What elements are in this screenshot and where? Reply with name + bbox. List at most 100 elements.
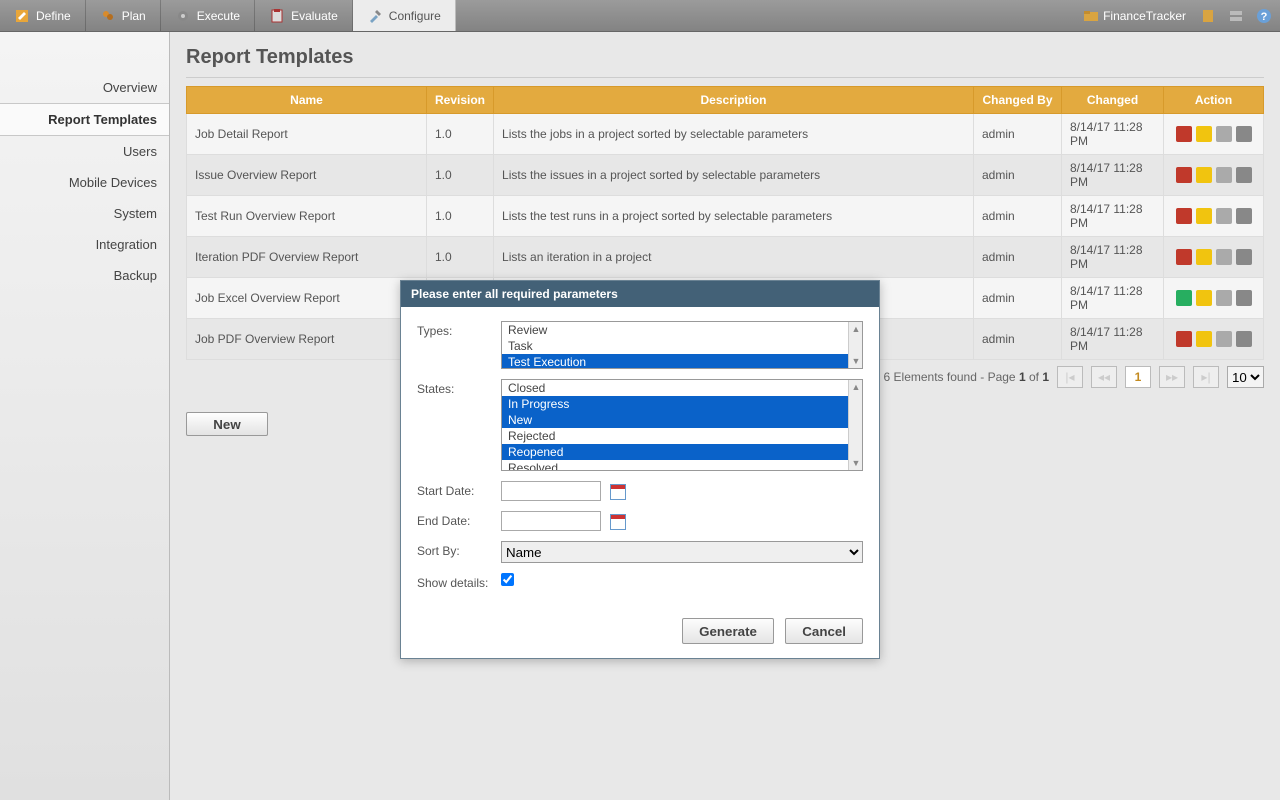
table-row[interactable]: Issue Overview Report1.0Lists the issues… bbox=[187, 155, 1264, 196]
top-nav: Define Plan Execute Evaluate Configure F… bbox=[0, 0, 1280, 32]
sidebar: Overview Report Templates Users Mobile D… bbox=[0, 32, 170, 800]
pager-first[interactable]: |◂ bbox=[1057, 366, 1083, 388]
sidebar-item-overview[interactable]: Overview bbox=[0, 72, 169, 103]
tab-configure[interactable]: Configure bbox=[353, 0, 456, 31]
clipboard-icon bbox=[269, 8, 285, 24]
app-switcher[interactable]: FinanceTracker bbox=[1083, 8, 1186, 24]
edit-icon[interactable] bbox=[1196, 290, 1212, 306]
list-option[interactable]: Resolved bbox=[502, 460, 862, 471]
col-changed[interactable]: Changed bbox=[1062, 87, 1164, 114]
calendar-icon[interactable] bbox=[610, 514, 626, 530]
list-option[interactable]: Task bbox=[502, 338, 862, 354]
edit-icon[interactable] bbox=[1196, 126, 1212, 142]
show-details-label: Show details: bbox=[417, 573, 501, 590]
cell-changed-by: admin bbox=[974, 114, 1062, 155]
copy-icon[interactable] bbox=[1216, 249, 1232, 265]
list-option[interactable]: Review bbox=[502, 322, 862, 338]
types-scrollbar[interactable]: ▲▼ bbox=[848, 322, 862, 368]
sidebar-item-backup[interactable]: Backup bbox=[0, 260, 169, 291]
new-button[interactable]: New bbox=[186, 412, 268, 436]
sort-by-select[interactable]: Name bbox=[501, 541, 863, 563]
states-label: States: bbox=[417, 379, 501, 396]
sidebar-item-system[interactable]: System bbox=[0, 198, 169, 229]
server-icon[interactable] bbox=[1226, 6, 1246, 26]
edit-icon[interactable] bbox=[1196, 167, 1212, 183]
cell-changed-by: admin bbox=[974, 155, 1062, 196]
pager-next[interactable]: ▸▸ bbox=[1159, 366, 1185, 388]
delete-icon[interactable] bbox=[1236, 208, 1252, 224]
tab-execute[interactable]: Execute bbox=[161, 0, 255, 31]
clipboard-top-icon[interactable] bbox=[1198, 6, 1218, 26]
edit-icon[interactable] bbox=[1196, 331, 1212, 347]
table-row[interactable]: Job Detail Report1.0Lists the jobs in a … bbox=[187, 114, 1264, 155]
tab-define[interactable]: Define bbox=[0, 0, 86, 31]
download-icon[interactable] bbox=[1176, 331, 1192, 347]
states-listbox[interactable]: ClosedIn ProgressNewRejectedReopenedReso… bbox=[501, 379, 863, 471]
copy-icon[interactable] bbox=[1216, 208, 1232, 224]
col-changed-by[interactable]: Changed By bbox=[974, 87, 1062, 114]
cell-changed: 8/14/17 11:28 PM bbox=[1062, 196, 1164, 237]
sidebar-item-mobile-devices[interactable]: Mobile Devices bbox=[0, 167, 169, 198]
table-row[interactable]: Iteration PDF Overview Report1.0Lists an… bbox=[187, 237, 1264, 278]
delete-icon[interactable] bbox=[1236, 331, 1252, 347]
states-scrollbar[interactable]: ▲▼ bbox=[848, 380, 862, 470]
table-row[interactable]: Test Run Overview Report1.0Lists the tes… bbox=[187, 196, 1264, 237]
pager-last[interactable]: ▸| bbox=[1193, 366, 1219, 388]
list-option[interactable]: Closed bbox=[502, 380, 862, 396]
pager-size-select[interactable]: 10 bbox=[1227, 366, 1264, 388]
list-option[interactable]: Reopened bbox=[502, 444, 862, 460]
edit-icon[interactable] bbox=[1196, 208, 1212, 224]
start-date-input[interactable] bbox=[501, 481, 601, 501]
tab-plan[interactable]: Plan bbox=[86, 0, 161, 31]
cell-changed-by: admin bbox=[974, 278, 1062, 319]
copy-icon[interactable] bbox=[1216, 331, 1232, 347]
folder-icon bbox=[1083, 8, 1099, 24]
cancel-button[interactable]: Cancel bbox=[785, 618, 863, 644]
list-option[interactable]: New bbox=[502, 412, 862, 428]
show-details-checkbox[interactable] bbox=[501, 573, 514, 586]
pager-prev[interactable]: ◂◂ bbox=[1091, 366, 1117, 388]
parameters-dialog: Please enter all required parameters Typ… bbox=[400, 280, 880, 659]
cell-actions bbox=[1164, 319, 1264, 360]
gear-icon bbox=[175, 8, 191, 24]
tab-label: Configure bbox=[389, 9, 441, 23]
pager-page-1[interactable]: 1 bbox=[1125, 366, 1151, 388]
download-icon[interactable] bbox=[1176, 167, 1192, 183]
list-option[interactable]: Rejected bbox=[502, 428, 862, 444]
col-revision[interactable]: Revision bbox=[427, 87, 494, 114]
edit-icon[interactable] bbox=[1196, 249, 1212, 265]
list-option[interactable]: In Progress bbox=[502, 396, 862, 412]
end-date-input[interactable] bbox=[501, 511, 601, 531]
cell-actions bbox=[1164, 155, 1264, 196]
copy-icon[interactable] bbox=[1216, 167, 1232, 183]
cell-name: Job Detail Report bbox=[187, 114, 427, 155]
calendar-icon[interactable] bbox=[610, 484, 626, 500]
tab-label: Define bbox=[36, 9, 71, 23]
delete-icon[interactable] bbox=[1236, 126, 1252, 142]
sidebar-item-users[interactable]: Users bbox=[0, 136, 169, 167]
col-name[interactable]: Name bbox=[187, 87, 427, 114]
delete-icon[interactable] bbox=[1236, 167, 1252, 183]
cell-name: Iteration PDF Overview Report bbox=[187, 237, 427, 278]
help-icon[interactable]: ? bbox=[1254, 6, 1274, 26]
cell-revision: 1.0 bbox=[427, 237, 494, 278]
download-icon[interactable] bbox=[1176, 208, 1192, 224]
sidebar-item-integration[interactable]: Integration bbox=[0, 229, 169, 260]
types-listbox[interactable]: ReviewTaskTest Execution▲▼ bbox=[501, 321, 863, 369]
copy-icon[interactable] bbox=[1216, 290, 1232, 306]
copy-icon[interactable] bbox=[1216, 126, 1232, 142]
cell-name: Job Excel Overview Report bbox=[187, 278, 427, 319]
cell-name: Issue Overview Report bbox=[187, 155, 427, 196]
download-icon[interactable] bbox=[1176, 249, 1192, 265]
sidebar-item-report-templates[interactable]: Report Templates bbox=[0, 103, 169, 136]
delete-icon[interactable] bbox=[1236, 290, 1252, 306]
col-description[interactable]: Description bbox=[494, 87, 974, 114]
cell-changed-by: admin bbox=[974, 196, 1062, 237]
download-icon[interactable] bbox=[1176, 126, 1192, 142]
list-option[interactable]: Test Execution bbox=[502, 354, 862, 369]
tab-evaluate[interactable]: Evaluate bbox=[255, 0, 353, 31]
delete-icon[interactable] bbox=[1236, 249, 1252, 265]
cell-description: Lists an iteration in a project bbox=[494, 237, 974, 278]
generate-button[interactable]: Generate bbox=[682, 618, 774, 644]
download-icon[interactable] bbox=[1176, 290, 1192, 306]
